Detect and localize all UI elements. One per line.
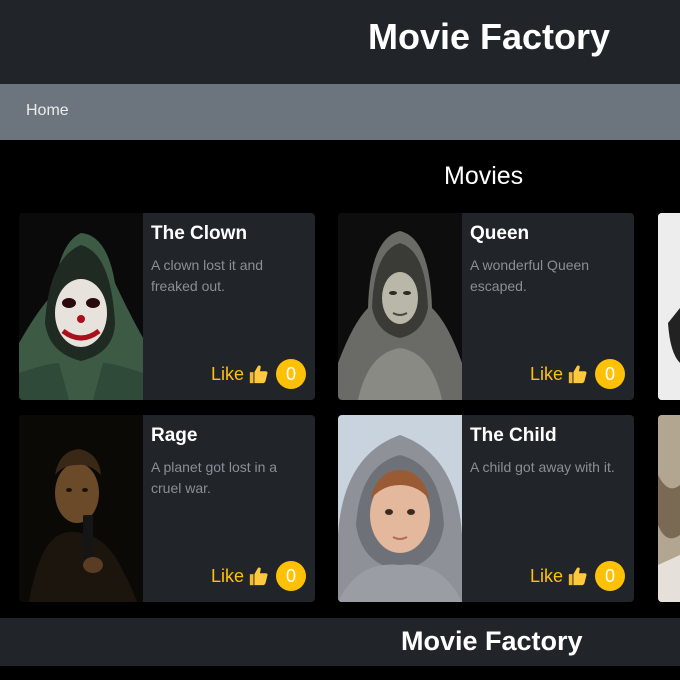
movie-description: A wonderful Queen escaped.	[470, 257, 590, 294]
footer-title: Movie Factory	[401, 626, 583, 656]
like-count-badge: 0	[276, 561, 306, 591]
movie-card-partial	[658, 415, 680, 602]
movie-title: Queen	[470, 223, 530, 244]
like-label: Like	[210, 363, 244, 384]
movie-card: Rage A planet got lost in a cruel war. L…	[19, 415, 315, 602]
queen-poster	[338, 213, 462, 400]
like-count-badge: 0	[595, 561, 625, 591]
like-label: Like	[529, 363, 563, 384]
page-header: Movie Factory	[0, 0, 680, 84]
movie-title: The Clown	[151, 223, 248, 244]
movie-title: Rage	[151, 425, 198, 446]
clown-poster	[19, 213, 143, 400]
movie-description: A planet got lost in a cruel war.	[151, 459, 278, 496]
movie-card: The Clown A clown lost it and freaked ou…	[19, 213, 315, 400]
like-button[interactable]: Like 0	[211, 359, 306, 389]
like-count-badge: 0	[595, 359, 625, 389]
thumbs-up-icon	[248, 363, 270, 385]
child-poster	[338, 415, 462, 602]
like-label: Like	[529, 565, 563, 586]
rage-poster	[19, 415, 143, 602]
movie-card: Queen A wonderful Queen escaped. Like 0	[338, 213, 634, 400]
movie-title: The Child	[470, 425, 557, 446]
nav-link-home[interactable]: Home	[26, 102, 69, 120]
site-title: Movie Factory	[368, 16, 611, 57]
like-label: Like	[210, 565, 244, 586]
movie-description: A clown lost it and freaked out.	[151, 257, 264, 294]
like-button[interactable]: Like 0	[530, 359, 625, 389]
section-title: Movies	[444, 162, 524, 190]
movie-card: The Child A child got away with it. Like…	[338, 415, 634, 602]
navbar: Home	[0, 84, 680, 140]
movie-description: A child got away with it.	[470, 459, 615, 475]
like-count-badge: 0	[276, 359, 306, 389]
movie-card-partial	[658, 213, 680, 400]
like-button[interactable]: Like 0	[530, 561, 625, 591]
thumbs-up-icon	[567, 363, 589, 385]
thumbs-up-icon	[248, 565, 270, 587]
page-footer: Movie Factory	[0, 618, 680, 666]
thumbs-up-icon	[567, 565, 589, 587]
like-button[interactable]: Like 0	[211, 561, 306, 591]
